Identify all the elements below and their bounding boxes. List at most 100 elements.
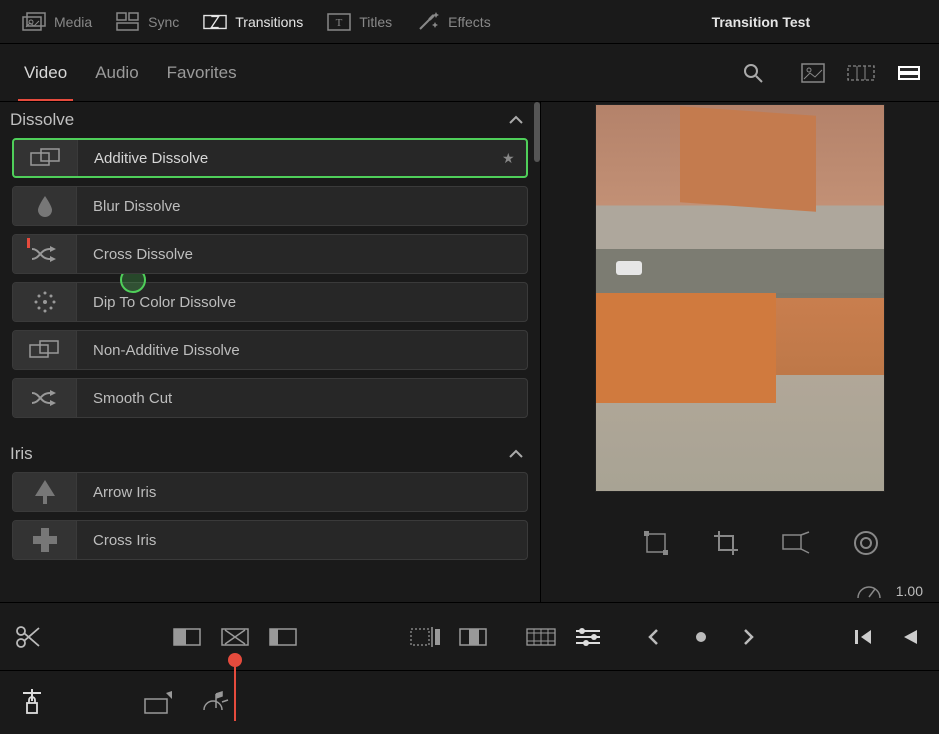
tab-audio[interactable]: Audio (81, 44, 152, 101)
append-group (410, 622, 488, 652)
dot-icon (694, 630, 708, 644)
dynamic-zoom-icon (782, 531, 810, 555)
search-icon (742, 62, 764, 84)
lock-track-button[interactable] (14, 685, 50, 721)
viewer-tools (641, 528, 919, 558)
video-track-button[interactable] (140, 685, 176, 721)
transition-item[interactable]: Smooth Cut (12, 378, 528, 418)
nav-effects-label: Effects (448, 14, 491, 30)
transition-item[interactable]: Arrow Iris (12, 472, 528, 512)
jog-next-button[interactable] (734, 622, 764, 652)
playhead[interactable] (234, 661, 236, 721)
transition-item[interactable]: Non-Additive Dissolve (12, 330, 528, 370)
video-track-icon (142, 691, 174, 715)
chevron-up-icon[interactable] (508, 449, 524, 459)
transition-item[interactable]: Cross Dissolve (12, 234, 528, 274)
nav-titles-label: Titles (359, 14, 392, 30)
edit-strip (0, 602, 939, 670)
overwrite-icon (221, 626, 249, 648)
nav-sync[interactable]: Sync (104, 0, 191, 43)
nav-sync-label: Sync (148, 14, 179, 30)
category-header-iris[interactable]: Iris (0, 436, 540, 472)
chevron-left-icon (646, 628, 660, 646)
item-list-iris: Arrow Iris Cross Iris (0, 472, 540, 560)
crop-icon (713, 530, 739, 556)
search-button[interactable] (733, 53, 773, 93)
transition-item[interactable]: Dip To Color Dissolve (12, 282, 528, 322)
tab-video[interactable]: Video (10, 44, 81, 101)
view-filmstrip[interactable] (841, 53, 881, 93)
speed-value[interactable]: 1.00 (896, 583, 923, 599)
stabilize-tool[interactable] (851, 528, 881, 558)
default-marker (27, 238, 30, 248)
append-to-end-button[interactable] (410, 622, 440, 652)
drop-icon (13, 187, 77, 225)
media-icon (22, 11, 46, 33)
transition-label: Cross Dissolve (77, 246, 527, 263)
skip-back-icon (851, 628, 873, 646)
nav-transitions-label: Transitions (235, 14, 303, 30)
dynamic-zoom-tool[interactable] (781, 528, 811, 558)
go-start-button[interactable] (847, 622, 877, 652)
preview-panel: 1.00 (540, 102, 939, 602)
append-end-icon (410, 626, 440, 648)
titles-icon: T (327, 11, 351, 33)
plus-icon (13, 521, 77, 559)
crop-tool[interactable] (711, 528, 741, 558)
timeline-options-button[interactable] (574, 622, 602, 652)
split-button[interactable] (14, 622, 42, 652)
nav-media-label: Media (54, 14, 92, 30)
insert-clip-button[interactable] (172, 622, 202, 652)
image-icon (801, 63, 825, 83)
svg-text:T: T (336, 17, 343, 29)
top-toolbar: Media Sync Transitions T Titles Effects … (0, 0, 939, 44)
category-header-dissolve[interactable]: Dissolve (0, 102, 540, 138)
radial-dots-icon (13, 283, 77, 321)
play-reverse-icon (901, 628, 919, 646)
transition-label: Arrow Iris (77, 484, 527, 501)
insert-right-icon (269, 626, 297, 648)
replace-clip-button[interactable] (268, 622, 298, 652)
effects-icon (416, 11, 440, 33)
transition-item[interactable]: Cross Iris (12, 520, 528, 560)
timeline-strip (0, 670, 939, 734)
nav-media[interactable]: Media (10, 0, 104, 43)
tab-favorites[interactable]: Favorites (153, 44, 251, 101)
transition-item[interactable]: Blur Dissolve (12, 186, 528, 226)
transition-label: Non-Additive Dissolve (77, 342, 527, 359)
list-icon (897, 63, 921, 83)
overwrite-clip-button[interactable] (220, 622, 250, 652)
speed-gauge-icon[interactable] (856, 582, 882, 600)
scissors-icon (15, 624, 41, 650)
nav-transitions[interactable]: Transitions (191, 0, 315, 43)
view-toggles (793, 53, 929, 93)
transition-label: Smooth Cut (77, 390, 527, 407)
jog-marker (686, 622, 716, 652)
audio-track-button[interactable] (196, 685, 232, 721)
view-list[interactable] (889, 53, 929, 93)
timeline-view-button[interactable] (526, 622, 556, 652)
overlap-icon (14, 140, 78, 176)
preview-viewport[interactable] (595, 104, 885, 492)
sync-icon (116, 11, 140, 33)
tab-row: Video Audio Favorites (0, 44, 939, 102)
transform-tool[interactable] (641, 528, 671, 558)
insert-left-icon (173, 626, 201, 648)
view-thumbnail[interactable] (793, 53, 833, 93)
jog-prev-button[interactable] (638, 622, 668, 652)
play-reverse-button[interactable] (895, 622, 925, 652)
favorite-star-icon[interactable]: ★ (502, 150, 526, 167)
shuffle-icon (13, 235, 77, 273)
nav-effects[interactable]: Effects (404, 0, 503, 43)
transition-item[interactable]: Additive Dissolve ★ (12, 138, 528, 178)
transition-label: Blur Dissolve (77, 198, 527, 215)
item-list-dissolve: Additive Dissolve ★ Blur Dissolve Cross … (0, 138, 540, 418)
shuffle-icon (13, 379, 77, 417)
ripple-overwrite-button[interactable] (458, 622, 488, 652)
chevron-right-icon (742, 628, 756, 646)
transitions-icon (203, 11, 227, 33)
insert-group (172, 622, 298, 652)
chevron-up-icon[interactable] (508, 115, 524, 125)
nav-titles[interactable]: T Titles (315, 0, 404, 43)
overlap-icon (13, 331, 77, 369)
